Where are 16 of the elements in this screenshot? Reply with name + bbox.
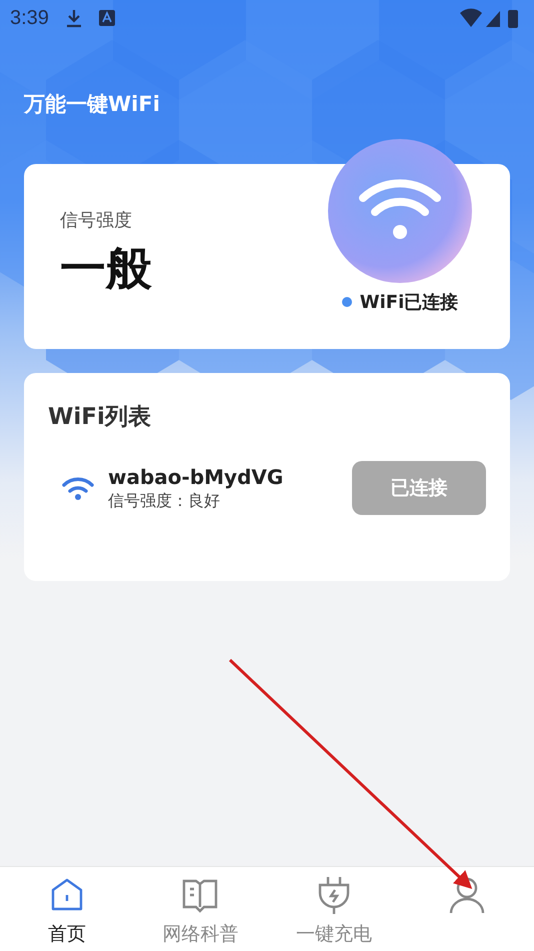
nav-tab[interactable]: 一键充电 [267,867,400,951]
status-time: 3:39 [10,6,49,30]
keyboard-icon [98,10,115,26]
signal-value: 一般 [60,240,153,297]
connect-button[interactable]: 已连接 [352,461,486,515]
list-title: WiFi列表 [48,403,152,432]
system-status-icons [460,7,520,29]
network-name: wabao-bMydVG [108,464,284,488]
nav-tab[interactable]: 首页 [0,867,134,951]
download-icon [64,8,83,28]
network-signal: 信号强度：良好 [108,490,221,512]
signal-label: 信号强度 [60,209,133,232]
app-title: 万能一键WiFi [22,91,161,118]
nav-tab[interactable]: 网络科普 [134,867,267,951]
connection-status: WiFi已连接 [360,291,458,314]
status-dot [342,297,352,307]
